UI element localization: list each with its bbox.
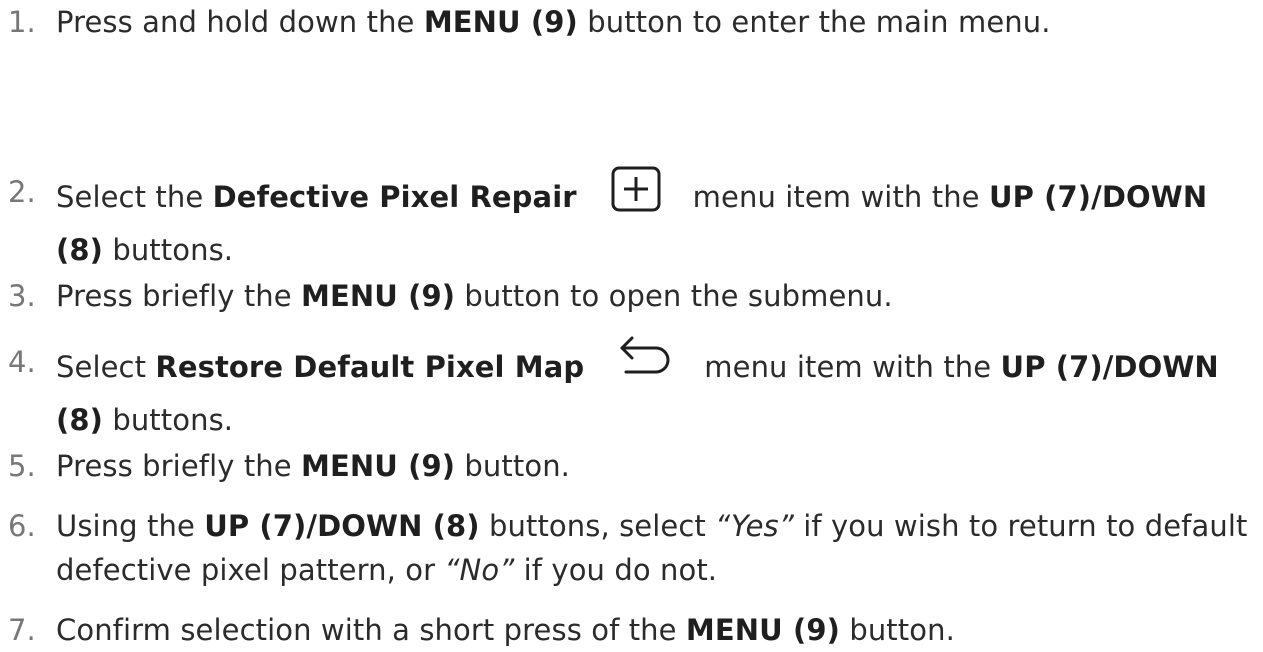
option-yes: “Yes” <box>715 509 794 543</box>
step-7: 7. Confirm selection with a short press … <box>0 608 1263 652</box>
step-number: 7. <box>8 613 36 647</box>
step-number: 6. <box>8 509 36 543</box>
step-3: 3. Press briefly the MENU (9) button to … <box>0 274 1263 318</box>
step-text: Using the UP (7)/DOWN (8) buttons, selec… <box>56 509 1248 543</box>
step-text: Select Restore Default Pixel Map menu ite… <box>56 336 1263 398</box>
button-name: (8) <box>56 233 103 267</box>
return-arrow-icon <box>618 334 672 392</box>
step-number: 2. <box>8 175 36 209</box>
step-6: 6. Using the UP (7)/DOWN (8) buttons, se… <box>0 504 1263 592</box>
button-name: MENU (9) <box>301 449 456 483</box>
step-4: 4. Select Restore Default Pixel Map menu … <box>0 336 1263 442</box>
button-name: (8) <box>56 403 103 437</box>
button-name: MENU (9) <box>423 5 578 39</box>
step-5: 5. Press briefly the MENU (9) button. <box>0 444 1263 488</box>
button-name: UP (7)/DOWN <box>988 180 1208 214</box>
step-text: Press briefly the MENU (9) button to ope… <box>56 279 893 313</box>
step-1: 1. Press and hold down the MENU (9) butt… <box>0 0 1263 44</box>
button-name: UP (7)/DOWN <box>1000 350 1219 384</box>
button-name: MENU (9) <box>301 279 456 313</box>
button-name: UP (7)/DOWN (8) <box>204 509 480 543</box>
step-number: 1. <box>8 5 36 39</box>
step-number: 4. <box>8 345 36 379</box>
add-square-icon <box>611 166 661 224</box>
menu-item-name: Defective Pixel Repair <box>212 180 577 214</box>
menu-item-name: Restore Default Pixel Map <box>155 350 585 384</box>
step-text: Select the Defective Pixel Repair menu it… <box>56 166 1263 228</box>
button-name: MENU (9) <box>685 613 840 647</box>
step-2: 2. Select the Defective Pixel Repair menu… <box>0 166 1263 272</box>
step-number: 3. <box>8 279 36 313</box>
option-no: “No” <box>444 553 515 587</box>
step-number: 5. <box>8 449 36 483</box>
step-text-continued: (8) buttons. <box>56 403 234 437</box>
step-text-continued: (8) buttons. <box>56 233 234 267</box>
step-text-continued: defective pixel pattern, or “No” if you … <box>56 553 718 587</box>
step-text: Press briefly the MENU (9) button. <box>56 449 570 483</box>
step-text: Press and hold down the MENU (9) button … <box>56 5 1051 39</box>
step-text: Confirm selection with a short press of … <box>56 613 955 647</box>
